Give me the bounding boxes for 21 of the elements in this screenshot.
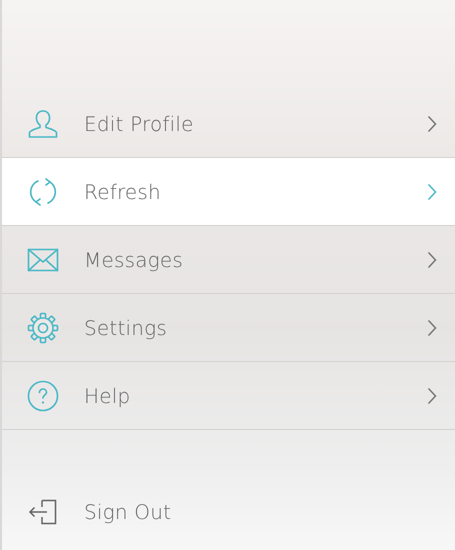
menu-item[interactable]: Messages	[2, 226, 455, 294]
gear-icon	[27, 312, 59, 344]
menu-label: Messages	[84, 248, 184, 272]
chevron-icon	[427, 114, 437, 132]
chevron-icon	[427, 386, 437, 404]
help-icon	[27, 380, 59, 412]
menu-label: Help	[84, 384, 132, 408]
menu-label: Settings	[84, 316, 168, 340]
exit-icon	[28, 499, 58, 525]
sign-out-button[interactable]: Sign Out	[2, 476, 455, 548]
chevron-icon	[427, 182, 437, 200]
menu-item[interactable]: Help	[2, 362, 455, 430]
refresh-icon	[28, 176, 58, 208]
envelope-icon	[27, 248, 59, 272]
menu-item[interactable]: Settings	[2, 294, 455, 362]
menu-label: Refresh	[84, 180, 162, 204]
menu-label: Edit Profile	[84, 112, 195, 136]
chevron-icon	[427, 318, 437, 336]
menu-item[interactable]: Refresh	[2, 158, 455, 226]
person-icon	[27, 108, 59, 138]
chevron-icon	[427, 250, 437, 268]
